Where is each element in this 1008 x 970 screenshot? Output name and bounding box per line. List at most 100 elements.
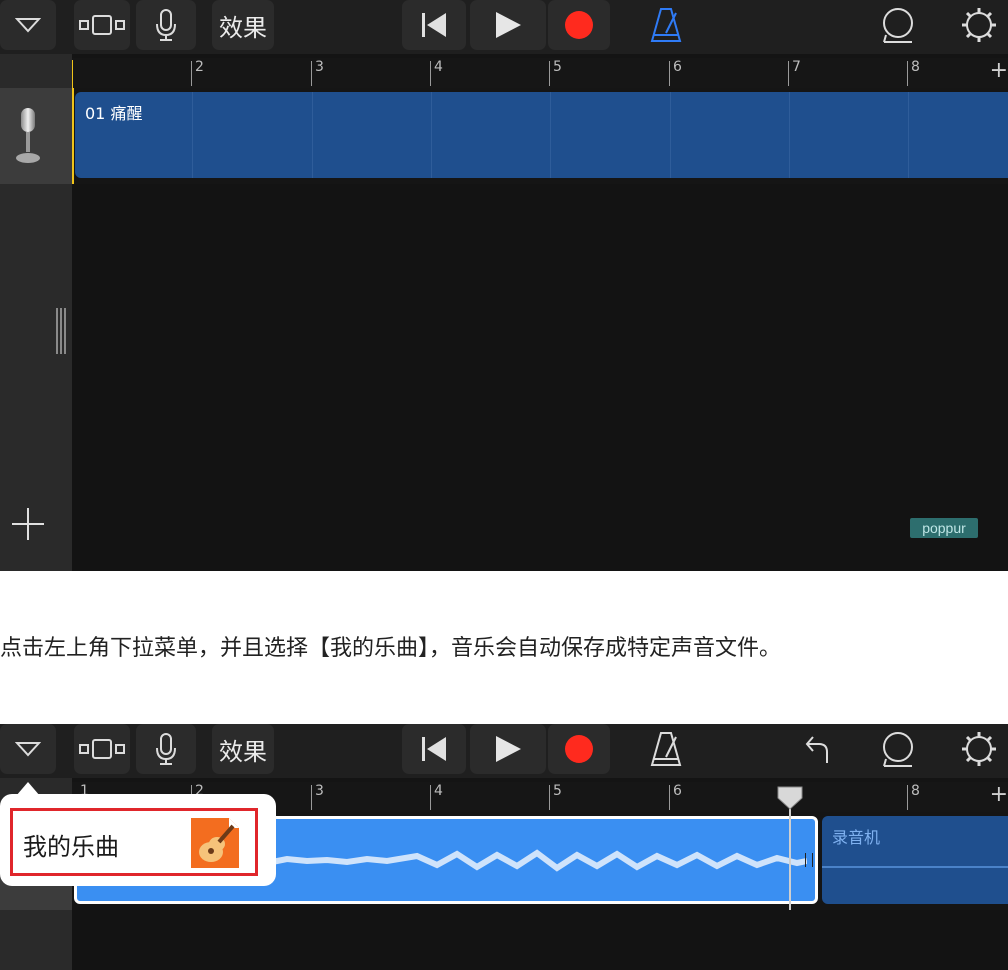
my-songs-label: 我的乐曲	[23, 833, 119, 861]
add-section-icon[interactable]: +	[990, 782, 1008, 807]
play-button[interactable]	[470, 0, 546, 50]
microphone-instrument-icon	[16, 108, 40, 163]
ruler-number: 8	[911, 59, 920, 75]
garageband-screenshot-bottom: 效果 1 2 3 4 5 6 8 + 录音机 我的乐曲	[0, 724, 1008, 970]
settings-button[interactable]	[950, 0, 1008, 50]
ruler-number: 5	[553, 59, 562, 75]
ruler-number: 6	[673, 59, 682, 75]
metronome-icon	[650, 732, 682, 766]
add-track-button[interactable]	[10, 506, 46, 546]
ruler-number: 4	[434, 783, 443, 799]
ruler-number: 8	[911, 783, 920, 799]
menu-dropdown-button[interactable]	[0, 724, 56, 774]
track-header[interactable]	[0, 88, 72, 184]
play-icon	[496, 12, 521, 38]
tracks-view-button[interactable]	[74, 0, 130, 50]
undo-icon	[805, 736, 828, 763]
bar-gridline	[431, 92, 432, 178]
chevron-down-icon	[15, 742, 41, 757]
ruler-bar-line	[907, 61, 908, 86]
play-icon	[496, 736, 521, 762]
record-button[interactable]	[548, 724, 610, 774]
ruler-bar-line	[191, 61, 192, 86]
ruler-bar-line	[430, 61, 431, 86]
add-section-icon[interactable]: +	[990, 58, 1008, 83]
dropdown-popup: 我的乐曲	[0, 782, 276, 886]
microphone-icon	[156, 733, 176, 765]
timeline-ruler[interactable]: 2 3 4 5 6 7 8 +	[72, 58, 1008, 88]
resize-handle[interactable]	[60, 308, 62, 354]
empty-track-area	[72, 184, 1008, 571]
ruler-bar-line	[788, 61, 789, 86]
effects-button[interactable]: 效果	[212, 724, 274, 774]
record-icon	[565, 735, 593, 763]
resize-handle[interactable]	[56, 308, 58, 354]
region-label: 录音机	[832, 828, 881, 847]
rewind-button[interactable]	[402, 0, 466, 50]
effects-button[interactable]: 效果	[212, 0, 274, 50]
bar-gridline	[312, 92, 313, 178]
ruler-bar-line	[907, 785, 908, 810]
track-lane[interactable]: 01 痛醒	[72, 88, 1008, 184]
resize-handle[interactable]	[64, 308, 66, 354]
gear-icon	[962, 732, 996, 766]
menu-dropdown-button[interactable]	[0, 0, 56, 50]
ruler-bar-line	[311, 785, 312, 810]
my-songs-menu-item[interactable]: 我的乐曲	[10, 808, 258, 876]
record-icon	[565, 11, 593, 39]
ruler-bar-line	[549, 785, 550, 810]
ruler-number: 3	[315, 783, 324, 799]
metronome-button[interactable]	[636, 724, 696, 774]
loop-icon	[883, 732, 913, 767]
bar-gridline	[908, 92, 909, 178]
instruction-caption: 点击左上角下拉菜单，并且选择【我的乐曲】，音乐会自动保存成特定声音文件。	[0, 636, 782, 661]
microphone-icon	[156, 9, 176, 41]
ruler-bar-line	[311, 61, 312, 86]
flat-waveform	[822, 866, 1008, 868]
ruler-number: 5	[553, 783, 562, 799]
ruler-bar-line	[549, 61, 550, 86]
ruler-bar-line	[669, 61, 670, 86]
audio-region[interactable]: 01 痛醒	[75, 92, 1008, 178]
bar-gridline	[670, 92, 671, 178]
empty-track-area	[72, 910, 1008, 970]
region-label: 01 痛醒	[85, 104, 143, 123]
play-button[interactable]	[470, 724, 546, 774]
ruler-number: 3	[315, 59, 324, 75]
rewind-button[interactable]	[402, 724, 466, 774]
loop-icon	[883, 8, 913, 43]
loop-browser-button[interactable]	[868, 724, 928, 774]
plus-icon	[12, 508, 44, 540]
bar-gridline	[192, 92, 193, 178]
ruler-bar-line	[430, 785, 431, 810]
tracks-view-button[interactable]	[74, 724, 130, 774]
playhead-handle-icon[interactable]	[777, 786, 803, 810]
bar-gridline	[789, 92, 790, 178]
garageband-screenshot-top: 效果 2 3 4 5 6 7 8 + 01 痛醒 poppur	[0, 0, 1008, 571]
garageband-icon	[191, 818, 239, 868]
region-trim-handle[interactable]	[805, 853, 813, 867]
playhead-line	[72, 88, 74, 184]
popup-arrow	[16, 782, 40, 796]
audio-region-recorder[interactable]: 录音机	[822, 816, 1008, 904]
playhead-marker[interactable]	[72, 60, 73, 88]
metronome-button[interactable]	[636, 0, 696, 50]
ruler-number: 2	[195, 59, 204, 75]
loop-browser-button[interactable]	[868, 0, 928, 50]
mic-button[interactable]	[136, 724, 196, 774]
tracks-view-icon	[79, 15, 125, 35]
gear-icon	[962, 8, 996, 42]
settings-button[interactable]	[950, 724, 1008, 774]
undo-button[interactable]	[790, 724, 846, 774]
rewind-icon	[422, 737, 446, 761]
ruler-number: 4	[434, 59, 443, 75]
ruler-bar-line	[669, 785, 670, 810]
mic-button[interactable]	[136, 0, 196, 50]
toolbar: 效果	[0, 724, 1008, 778]
watermark-logo: poppur	[910, 518, 978, 538]
rewind-icon	[422, 13, 446, 37]
ruler-number: 6	[673, 783, 682, 799]
tracks-view-icon	[79, 739, 125, 759]
bar-gridline	[550, 92, 551, 178]
record-button[interactable]	[548, 0, 610, 50]
